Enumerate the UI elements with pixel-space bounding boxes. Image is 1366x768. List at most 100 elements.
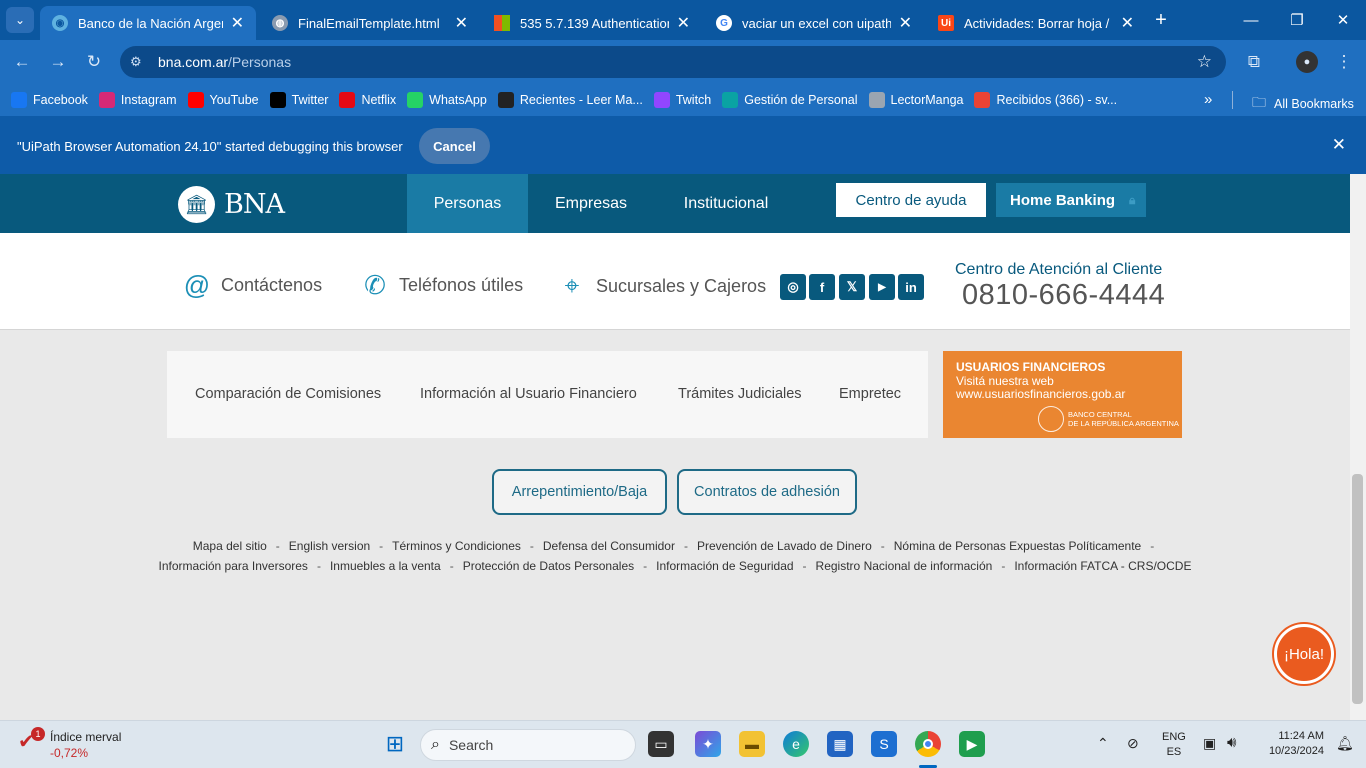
- edge-icon[interactable]: e: [783, 731, 809, 757]
- windows-start-icon[interactable]: ⊞: [382, 731, 408, 757]
- url-text[interactable]: bna.com.ar/Personas: [158, 54, 291, 70]
- more-bookmarks-icon[interactable]: »: [1204, 91, 1212, 108]
- help-center-button[interactable]: Centro de ayuda: [836, 183, 986, 217]
- taskbar-search[interactable]: ⌕ Search: [420, 729, 636, 761]
- bna-logo[interactable]: 🏛 BNA: [178, 186, 285, 223]
- banner-line1: Visitá nuestra web: [956, 374, 1054, 388]
- bookmark-item[interactable]: Netflix: [339, 92, 396, 108]
- footer-link[interactable]: Nómina de Personas Expuestas Políticamen…: [894, 539, 1141, 553]
- cancel-debug-button[interactable]: Cancel: [419, 128, 490, 164]
- footer-link[interactable]: Información FATCA - CRS/OCDE: [1014, 559, 1191, 573]
- close-icon[interactable]: ✕: [677, 13, 690, 33]
- file-explorer-icon[interactable]: ▬: [739, 731, 765, 757]
- copilot-icon[interactable]: ✦: [695, 731, 721, 757]
- arrepentimiento-button[interactable]: Arrepentimiento/Baja: [492, 469, 667, 515]
- linkedin-icon[interactable]: in: [898, 274, 924, 300]
- forward-button[interactable]: →: [46, 50, 70, 74]
- tab-uipath-docs[interactable]: Ui Actividades: Borrar hoja / rango ✕: [926, 6, 1146, 40]
- customer-care-phone[interactable]: 0810-666-4444: [962, 279, 1165, 312]
- media-player-icon[interactable]: ▶: [959, 731, 985, 757]
- contratos-button[interactable]: Contratos de adhesión: [677, 469, 857, 515]
- footer-link[interactable]: Información para Inversores: [159, 559, 308, 573]
- nav-personas[interactable]: Personas: [407, 174, 528, 233]
- new-tab-button[interactable]: +: [1138, 0, 1184, 40]
- branches-link[interactable]: ⌖ Sucursales y Cajeros: [558, 270, 766, 302]
- link-comisiones[interactable]: Comparación de Comisiones: [195, 386, 381, 402]
- nav-institucional[interactable]: Institucional: [670, 174, 782, 233]
- bookmark-item[interactable]: Instagram: [98, 92, 177, 108]
- bookmark-item[interactable]: Facebook: [11, 92, 88, 108]
- footer-link[interactable]: Mapa del sitio: [193, 539, 267, 553]
- youtube-icon[interactable]: ▶: [869, 274, 895, 300]
- bookmark-item[interactable]: WhatsApp: [407, 92, 487, 108]
- phones-link[interactable]: ✆ Teléfonos útiles: [361, 270, 523, 301]
- footer-link[interactable]: Protección de Datos Personales: [463, 559, 634, 573]
- bookmark-item[interactable]: Recientes - Leer Ma...: [497, 92, 643, 108]
- tab-auth-error[interactable]: 535 5.7.139 Authentication unsuccessful …: [482, 6, 702, 40]
- close-icon[interactable]: ✕: [1121, 13, 1134, 33]
- tray-overflow-icon[interactable]: ⌃: [1097, 735, 1109, 752]
- tab-title: vaciar un excel con uipath sin: [742, 15, 891, 31]
- info-links-panel: Comparación de Comisiones Información al…: [167, 351, 928, 438]
- all-bookmarks-button[interactable]: 🗀 All Bookmarks: [1252, 92, 1354, 116]
- window-close-button[interactable]: ✕: [1320, 0, 1366, 40]
- display-icon[interactable]: ▣: [1203, 735, 1216, 752]
- footer-link[interactable]: English version: [289, 539, 370, 553]
- task-view-icon[interactable]: ▭: [648, 731, 674, 757]
- link-empretec[interactable]: Empretec: [839, 386, 901, 402]
- address-bar[interactable]: ⚙ bna.com.ar/Personas ☆: [120, 46, 1226, 78]
- back-button[interactable]: ←: [10, 50, 34, 74]
- chat-hola-button[interactable]: ¡Hola!: [1274, 624, 1334, 684]
- notifications-bell-icon[interactable]: 🔔︎: [1336, 735, 1354, 752]
- scrollbar-thumb[interactable]: [1352, 474, 1363, 704]
- footer-link[interactable]: Registro Nacional de información: [816, 559, 993, 573]
- chat-icon: [868, 92, 885, 108]
- chrome-icon[interactable]: [915, 731, 941, 757]
- tab-finalemail[interactable]: ◍ FinalEmailTemplate.html ✕: [260, 6, 480, 40]
- instagram-icon[interactable]: ◎: [780, 274, 806, 300]
- x-icon[interactable]: 𝕏: [839, 274, 865, 300]
- volume-icon[interactable]: 🔊︎: [1227, 734, 1236, 751]
- footer-link[interactable]: Prevención de Lavado de Dinero: [697, 539, 872, 553]
- bookmark-item[interactable]: LectorManga: [868, 92, 963, 108]
- extensions-icon[interactable]: ⧉: [1242, 50, 1266, 74]
- menu-kebab-icon[interactable]: ⋮: [1332, 50, 1356, 74]
- home-banking-button[interactable]: Home Banking 🔒︎: [996, 183, 1146, 217]
- merval-widget[interactable]: ✔ 1 Índice merval -0,72%: [18, 727, 121, 761]
- close-icon[interactable]: ✕: [899, 13, 912, 33]
- bookmark-item[interactable]: YouTube: [187, 92, 259, 108]
- network-icon[interactable]: ⊘: [1127, 735, 1139, 752]
- language-indicator[interactable]: ENG ES: [1162, 730, 1186, 760]
- bookmark-star-icon[interactable]: ☆: [1197, 52, 1212, 72]
- facebook-icon[interactable]: f: [809, 274, 835, 300]
- close-icon[interactable]: ✕: [455, 13, 468, 33]
- tab-bna[interactable]: ◉ Banco de la Nación Argentina ✕: [40, 6, 256, 40]
- nav-empresas[interactable]: Empresas: [538, 174, 644, 233]
- profile-avatar[interactable]: ●: [1296, 51, 1318, 73]
- footer-link[interactable]: Información de Seguridad: [656, 559, 793, 573]
- usuarios-financieros-banner[interactable]: USUARIOS FINANCIEROS Visitá nuestra web …: [943, 351, 1182, 438]
- minimize-button[interactable]: —: [1228, 0, 1274, 40]
- footer-link[interactable]: Inmuebles a la venta: [330, 559, 441, 573]
- reload-button[interactable]: ↻: [82, 50, 106, 74]
- link-usuario-financiero[interactable]: Información al Usuario Financiero: [420, 386, 637, 402]
- bookmark-item[interactable]: Twitch: [653, 92, 711, 108]
- store-icon[interactable]: ▦: [827, 731, 853, 757]
- bookmark-item[interactable]: Gestión de Personal: [722, 92, 858, 108]
- contact-link[interactable]: @ Contáctenos: [183, 270, 322, 301]
- link-tramites-judiciales[interactable]: Trámites Judiciales: [678, 386, 802, 402]
- help-label: Centro de ayuda: [855, 191, 967, 209]
- footer-link[interactable]: Términos y Condiciones: [392, 539, 521, 553]
- tab-search-button[interactable]: ⌄: [6, 7, 34, 33]
- footer-link[interactable]: Defensa del Consumidor: [543, 539, 675, 553]
- af-icon: [497, 92, 514, 108]
- tab-google-search[interactable]: G vaciar un excel con uipath sin ✕: [704, 6, 924, 40]
- close-infobar-icon[interactable]: ✕: [1332, 135, 1346, 155]
- restore-button[interactable]: ❐: [1274, 0, 1320, 40]
- clock[interactable]: 11:24 AM 10/23/2024: [1260, 729, 1324, 759]
- site-info-icon[interactable]: ⚙: [130, 54, 150, 70]
- bookmark-item[interactable]: Twitter: [269, 92, 328, 108]
- uipath-assistant-icon[interactable]: S: [871, 731, 897, 757]
- close-icon[interactable]: ✕: [231, 13, 244, 33]
- bookmark-item[interactable]: Recibidos (366) - sv...: [974, 92, 1117, 108]
